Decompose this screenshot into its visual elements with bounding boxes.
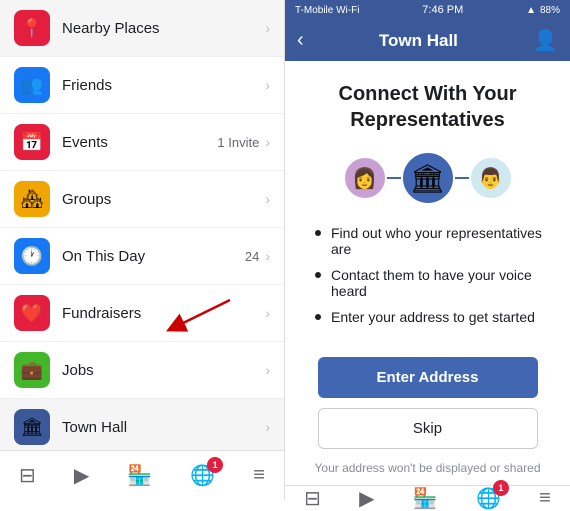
groups-icon: 🏘 xyxy=(14,181,50,217)
bullet-text-1: Find out who your representatives are xyxy=(331,225,550,257)
onthisday-badge: 24 xyxy=(245,249,259,264)
fundraisers-icon: ❤️ xyxy=(14,295,50,331)
friends-icon: 👥 xyxy=(14,67,50,103)
menu-item-townhall[interactable]: 🏛 Town Hall › xyxy=(0,399,284,450)
illustration: 👩 🏛 👨 xyxy=(343,151,513,205)
right-tab-play[interactable]: ▶ xyxy=(359,486,374,511)
back-button[interactable]: ‹ xyxy=(297,29,304,52)
right-tab-home[interactable]: ⊟ xyxy=(304,486,321,511)
left-tab-bar: ⊟ ▶ 🏪 🌐 1 ≡ xyxy=(0,450,284,500)
menu-label-fundraisers: Fundraisers xyxy=(62,305,265,322)
bullet-text-3: Enter your address to get started xyxy=(331,309,535,325)
right-tab-bar: ⊟ ▶ 🏪 🌐 1 ≡ xyxy=(285,485,570,511)
building-icon: 🏛 xyxy=(401,151,455,205)
enter-address-button[interactable]: Enter Address xyxy=(318,357,538,398)
battery-text: 88% xyxy=(540,5,560,16)
battery-area: ▲ 88% xyxy=(526,5,560,16)
menu-item-groups[interactable]: 🏘 Groups › xyxy=(0,171,284,228)
chevron-icon: › xyxy=(265,77,270,93)
person-icon[interactable]: 👤 xyxy=(533,28,558,53)
menu-label-jobs: Jobs xyxy=(62,362,265,379)
menu-item-fundraisers[interactable]: ❤️ Fundraisers › xyxy=(0,285,284,342)
bullet-dot-1 xyxy=(315,230,321,236)
tab-globe[interactable]: 🌐 1 xyxy=(190,463,215,488)
time-text: 7:46 PM xyxy=(422,4,463,16)
chevron-icon: › xyxy=(265,191,270,207)
right-panel: T-Mobile Wi-Fi 7:46 PM ▲ 88% ‹ Town Hall… xyxy=(285,0,570,500)
menu-item-friends[interactable]: 👥 Friends › xyxy=(0,57,284,114)
avatar-right: 👨 xyxy=(469,156,513,200)
disclaimer-text: Your address won't be displayed or share… xyxy=(315,461,541,475)
left-panel: 📍 Nearby Places › 👥 Friends › 📅 Events 1… xyxy=(0,0,285,500)
bullet-text-2: Contact them to have your voice heard xyxy=(331,267,550,299)
bullet-dot-2 xyxy=(315,272,321,278)
headline-text: Connect With Your Representatives xyxy=(305,81,550,133)
avatar-left: 👩 xyxy=(343,156,387,200)
chevron-icon: › xyxy=(265,305,270,321)
menu-label-events: Events xyxy=(62,134,217,151)
page-title: Town Hall xyxy=(379,31,458,51)
bullet-list: Find out who your representatives are Co… xyxy=(305,225,550,335)
tab-play[interactable]: ▶ xyxy=(74,463,89,488)
bullet-item-1: Find out who your representatives are xyxy=(315,225,550,257)
skip-button[interactable]: Skip xyxy=(318,408,538,449)
events-badge: 1 Invite xyxy=(217,135,259,150)
menu-label-groups: Groups xyxy=(62,191,265,208)
bullet-item-3: Enter your address to get started xyxy=(315,309,550,325)
carrier-text: T-Mobile Wi-Fi xyxy=(295,5,359,16)
menu-list: 📍 Nearby Places › 👥 Friends › 📅 Events 1… xyxy=(0,0,284,450)
chevron-icon: › xyxy=(265,20,270,36)
chevron-icon: › xyxy=(265,362,270,378)
menu-label-nearby: Nearby Places xyxy=(62,20,265,37)
status-bar: T-Mobile Wi-Fi 7:46 PM ▲ 88% xyxy=(285,0,570,20)
wifi-icon: ▲ xyxy=(526,5,536,16)
jobs-icon: 💼 xyxy=(14,352,50,388)
nearby-icon: 📍 xyxy=(14,10,50,46)
right-globe-badge: 1 xyxy=(493,480,509,496)
right-tab-globe[interactable]: 🌐 1 xyxy=(476,486,501,511)
menu-item-nearby[interactable]: 📍 Nearby Places › xyxy=(0,0,284,57)
tab-menu[interactable]: ≡ xyxy=(253,464,265,487)
menu-item-onthisday[interactable]: 🕐 On This Day 24 › xyxy=(0,228,284,285)
menu-item-jobs[interactable]: 💼 Jobs › xyxy=(0,342,284,399)
right-tab-menu[interactable]: ≡ xyxy=(539,487,551,510)
content-area: Connect With Your Representatives 👩 🏛 👨 … xyxy=(285,61,570,485)
nav-bar: ‹ Town Hall 👤 xyxy=(285,20,570,61)
tab-home[interactable]: ⊟ xyxy=(19,463,36,488)
bullet-dot-3 xyxy=(315,314,321,320)
menu-item-events[interactable]: 📅 Events 1 Invite › xyxy=(0,114,284,171)
menu-label-townhall: Town Hall xyxy=(62,419,265,436)
right-tab-store[interactable]: 🏪 xyxy=(413,486,438,511)
chevron-icon: › xyxy=(265,248,270,264)
menu-label-friends: Friends xyxy=(62,77,265,94)
globe-badge: 1 xyxy=(207,457,223,473)
menu-label-onthisday: On This Day xyxy=(62,248,245,265)
chevron-icon: › xyxy=(265,419,270,435)
onthisday-icon: 🕐 xyxy=(14,238,50,274)
townhall-icon: 🏛 xyxy=(14,409,50,445)
tab-store[interactable]: 🏪 xyxy=(127,463,152,488)
bullet-item-2: Contact them to have your voice heard xyxy=(315,267,550,299)
chevron-icon: › xyxy=(265,134,270,150)
events-icon: 📅 xyxy=(14,124,50,160)
